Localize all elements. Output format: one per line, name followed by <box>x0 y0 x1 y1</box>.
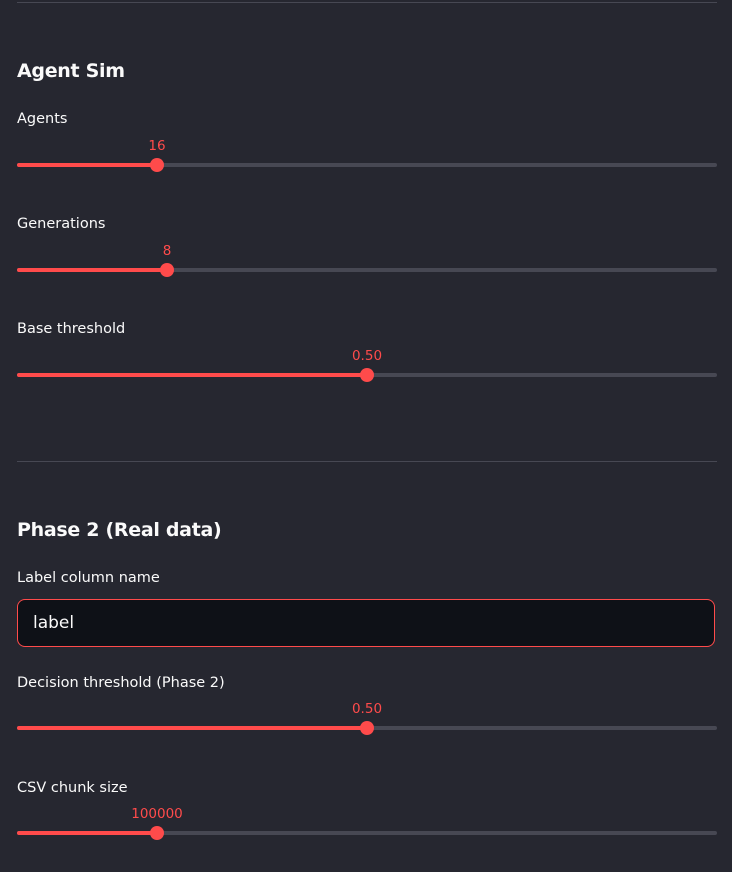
generations-slider[interactable]: 8 <box>17 243 717 288</box>
base-threshold-slider[interactable]: 0.50 <box>17 348 717 393</box>
csv-chunk-size-slider-fill <box>17 831 157 835</box>
decision-threshold-label: Decision threshold (Phase 2) <box>17 675 225 691</box>
csv-chunk-size-slider-thumb[interactable] <box>150 826 164 840</box>
generations-slider-thumb[interactable] <box>160 263 174 277</box>
csv-chunk-size-slider[interactable]: 100000 <box>17 806 717 851</box>
decision-threshold-slider[interactable]: 0.50 <box>17 701 717 746</box>
agents-label: Agents <box>17 111 68 127</box>
phase2-title: Phase 2 (Real data) <box>17 519 222 541</box>
decision-threshold-slider-fill <box>17 726 367 730</box>
decision-threshold-slider-thumb[interactable] <box>360 721 374 735</box>
generations-slider-fill <box>17 268 167 272</box>
generations-label: Generations <box>17 216 106 232</box>
base-threshold-slider-fill <box>17 373 367 377</box>
agents-slider[interactable]: 16 <box>17 138 717 183</box>
label-column-input[interactable] <box>17 599 715 647</box>
agents-slider-thumb[interactable] <box>150 158 164 172</box>
agents-slider-fill <box>17 163 157 167</box>
csv-chunk-size-label: CSV chunk size <box>17 780 128 796</box>
generations-slider-value: 8 <box>162 243 172 259</box>
base-threshold-slider-thumb[interactable] <box>360 368 374 382</box>
agent-sim-title: Agent Sim <box>17 60 125 82</box>
top-divider <box>17 2 717 3</box>
decision-threshold-slider-value: 0.50 <box>351 701 383 717</box>
base-threshold-slider-value: 0.50 <box>351 348 383 364</box>
agents-slider-value: 16 <box>148 138 166 154</box>
label-column-label: Label column name <box>17 570 160 586</box>
section-divider <box>17 461 717 462</box>
csv-chunk-size-slider-value: 100000 <box>131 806 183 822</box>
base-threshold-label: Base threshold <box>17 321 126 337</box>
